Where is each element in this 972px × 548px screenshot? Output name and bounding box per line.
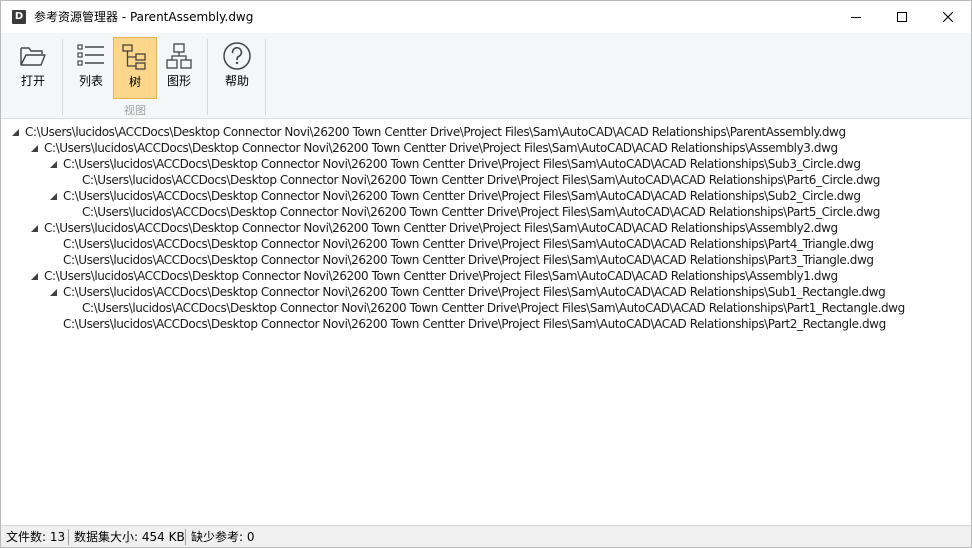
ribbon-separator [207, 39, 208, 115]
dataset-size: 数据集大小: 454 KB [74, 530, 185, 544]
status-separator [68, 529, 69, 545]
tree-node[interactable]: C:\Users\lucidos\ACCDocs\Desktop Connect… [1, 284, 971, 300]
expand-triangle-icon[interactable] [49, 284, 57, 300]
ribbon-toolbar: 打开 列表 树 图形 视图 帮助 [1, 33, 971, 119]
status-bar: 文件数: 13 数据集大小: 454 KB 缺少参考: 0 [1, 525, 971, 547]
app-icon: D [12, 10, 26, 24]
open-button[interactable]: 打开 [11, 37, 55, 99]
expand-triangle-icon[interactable] [30, 140, 38, 156]
tree-node[interactable]: C:\Users\lucidos\ACCDocs\Desktop Connect… [1, 140, 971, 156]
expand-triangle-icon[interactable] [11, 124, 19, 140]
expand-triangle-icon[interactable] [49, 156, 57, 172]
expand-triangle-icon[interactable] [30, 268, 38, 284]
tree-node-path: C:\Users\lucidos\ACCDocs\Desktop Connect… [63, 189, 861, 203]
tree-node[interactable]: C:\Users\lucidos\ACCDocs\Desktop Connect… [1, 236, 971, 252]
tree-node-path: C:\Users\lucidos\ACCDocs\Desktop Connect… [63, 317, 886, 331]
close-icon [943, 12, 953, 22]
tree-node-path: C:\Users\lucidos\ACCDocs\Desktop Connect… [63, 157, 861, 171]
tree-node-path: C:\Users\lucidos\ACCDocs\Desktop Connect… [63, 237, 874, 251]
tree-node[interactable]: C:\Users\lucidos\ACCDocs\Desktop Connect… [1, 300, 971, 316]
graph-icon [166, 43, 192, 69]
tree-node-path: C:\Users\lucidos\ACCDocs\Desktop Connect… [44, 221, 838, 235]
missing-references: 缺少参考: 0 [191, 530, 255, 544]
tree-node[interactable]: C:\Users\lucidos\ACCDocs\Desktop Connect… [1, 268, 971, 284]
reference-tree[interactable]: C:\Users\lucidos\ACCDocs\Desktop Connect… [1, 120, 971, 524]
tree-node[interactable]: C:\Users\lucidos\ACCDocs\Desktop Connect… [1, 252, 971, 268]
open-label: 打开 [20, 74, 45, 88]
maximize-button[interactable] [879, 1, 925, 33]
status-separator [185, 529, 186, 545]
tree-node[interactable]: C:\Users\lucidos\ACCDocs\Desktop Connect… [1, 188, 971, 204]
help-button[interactable]: 帮助 [215, 37, 259, 99]
tree-node[interactable]: C:\Users\lucidos\ACCDocs\Desktop Connect… [1, 220, 971, 236]
tree-node-path: C:\Users\lucidos\ACCDocs\Desktop Connect… [44, 269, 838, 283]
tree-icon [122, 44, 146, 70]
tree-node-path: C:\Users\lucidos\ACCDocs\Desktop Connect… [82, 301, 905, 315]
help-icon [223, 42, 251, 70]
tree-node[interactable]: C:\Users\lucidos\ACCDocs\Desktop Connect… [1, 124, 971, 140]
list-icon [77, 44, 104, 66]
title-bar[interactable]: D 参考资源管理器 - ParentAssembly.dwg [1, 1, 971, 33]
reference-manager-window: D 参考资源管理器 - ParentAssembly.dwg 打开 列表 树 图… [0, 0, 972, 548]
expand-triangle-icon[interactable] [30, 220, 38, 236]
ribbon-separator [62, 39, 63, 115]
minimize-icon [851, 17, 861, 18]
tree-node-path: C:\Users\lucidos\ACCDocs\Desktop Connect… [44, 141, 838, 155]
ribbon-separator [265, 39, 266, 115]
list-view-button[interactable]: 列表 [69, 37, 113, 99]
tree-node[interactable]: C:\Users\lucidos\ACCDocs\Desktop Connect… [1, 156, 971, 172]
file-count: 文件数: 13 [6, 530, 66, 544]
tree-node[interactable]: C:\Users\lucidos\ACCDocs\Desktop Connect… [1, 316, 971, 332]
tree-node[interactable]: C:\Users\lucidos\ACCDocs\Desktop Connect… [1, 204, 971, 220]
view-group-label: 视图 [124, 104, 146, 117]
tree-label: 树 [128, 75, 141, 89]
list-label: 列表 [78, 74, 103, 88]
graph-view-button[interactable]: 图形 [157, 37, 201, 99]
tree-node-path: C:\Users\lucidos\ACCDocs\Desktop Connect… [63, 253, 874, 267]
graph-label: 图形 [166, 74, 191, 88]
tree-view-button[interactable]: 树 [113, 37, 157, 99]
tree-node-path: C:\Users\lucidos\ACCDocs\Desktop Connect… [82, 173, 880, 187]
tree-node-path: C:\Users\lucidos\ACCDocs\Desktop Connect… [63, 285, 886, 299]
minimize-button[interactable] [833, 1, 879, 33]
maximize-icon [897, 12, 907, 22]
help-label: 帮助 [224, 74, 249, 88]
close-button[interactable] [925, 1, 971, 33]
expand-triangle-icon[interactable] [49, 188, 57, 204]
tree-node[interactable]: C:\Users\lucidos\ACCDocs\Desktop Connect… [1, 172, 971, 188]
window-title: 参考资源管理器 - ParentAssembly.dwg [34, 10, 254, 24]
tree-node-path: C:\Users\lucidos\ACCDocs\Desktop Connect… [82, 205, 880, 219]
tree-node-path: C:\Users\lucidos\ACCDocs\Desktop Connect… [25, 125, 846, 139]
folder-open-icon [20, 47, 46, 66]
